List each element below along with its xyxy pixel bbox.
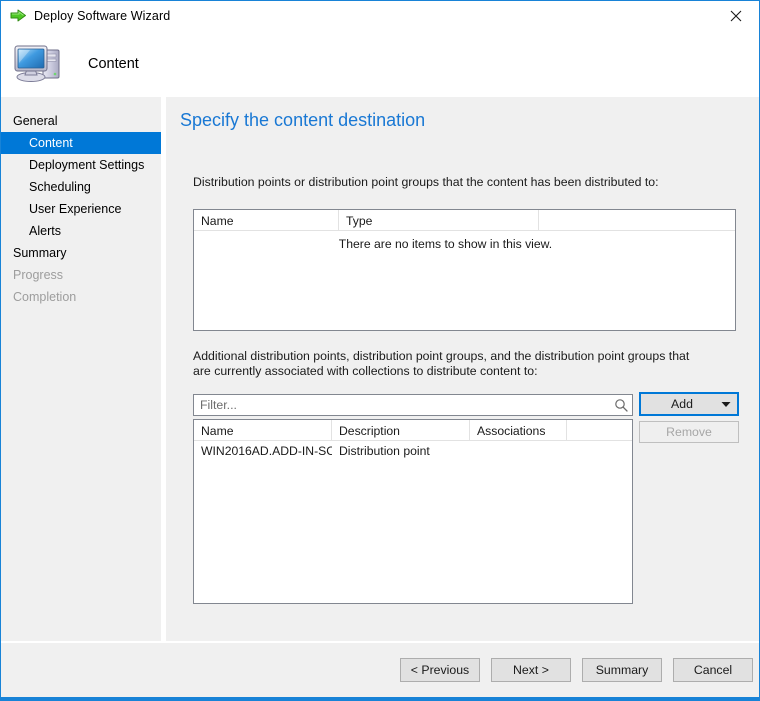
close-button[interactable] [713, 1, 759, 30]
green-arrow-icon [10, 8, 27, 23]
column-header-name[interactable]: Name [194, 420, 332, 441]
summary-button-label: Summary [595, 663, 649, 677]
title-bar: Deploy Software Wizard [1, 1, 759, 30]
close-icon [730, 10, 742, 21]
sidebar-item-general[interactable]: General [1, 110, 161, 132]
column-header-description[interactable]: Description [332, 420, 470, 441]
sidebar-item-label: Alerts [29, 224, 61, 238]
sidebar-item-label: Completion [13, 290, 77, 304]
remove-button: Remove [639, 421, 739, 443]
cell-name: WIN2016AD.ADD-IN-SC... [201, 443, 332, 458]
sidebar-item-label: User Experience [29, 202, 122, 216]
sidebar-item-label: Scheduling [29, 180, 91, 194]
wizard-footer: < Previous Next > Summary Cancel [1, 643, 759, 697]
additional-list-view[interactable]: Name Description Associations WIN2016AD.… [193, 419, 633, 604]
wizard-body: General Content Deployment Settings Sche… [1, 97, 759, 641]
column-header-blank [567, 420, 632, 441]
content-area: Specify the content destination Distribu… [166, 97, 759, 641]
previous-button[interactable]: < Previous [400, 658, 480, 682]
sidebar-item-label: Progress [13, 268, 64, 282]
sidebar-item-label: Summary [13, 246, 67, 260]
cell-description: Distribution point [339, 443, 430, 458]
bottom-accent-bar [1, 697, 759, 700]
add-button-label: Add [671, 397, 693, 411]
page-title: Content [88, 55, 139, 72]
wizard-page-header: Content [1, 30, 759, 97]
search-icon[interactable] [610, 396, 632, 414]
column-header-associations[interactable]: Associations [470, 420, 567, 441]
chevron-down-icon[interactable] [715, 401, 737, 408]
table-row[interactable]: WIN2016AD.ADD-IN-SC... Distribution poin… [194, 441, 632, 460]
next-button[interactable]: Next > [491, 658, 571, 682]
cancel-button-label: Cancel [693, 663, 733, 677]
sidebar-item-deployment-settings[interactable]: Deployment Settings [1, 154, 161, 176]
remove-button-label: Remove [666, 425, 712, 439]
sidebar-item-progress: Progress [1, 264, 161, 286]
wizard-step-sidebar: General Content Deployment Settings Sche… [1, 97, 161, 641]
distributed-list-label: Distribution points or distribution poin… [193, 175, 659, 189]
wizard-content-pane: Specify the content destination Distribu… [166, 97, 759, 641]
sidebar-item-label: Content [29, 136, 73, 150]
sidebar-item-label: General [13, 114, 58, 128]
sidebar-item-alerts[interactable]: Alerts [1, 220, 161, 242]
column-header-type[interactable]: Type [339, 210, 539, 231]
distributed-list-header: Name Type [194, 210, 735, 231]
summary-button[interactable]: Summary [582, 658, 662, 682]
sidebar-item-summary[interactable]: Summary [1, 242, 161, 264]
additional-list-header: Name Description Associations [194, 420, 632, 441]
window-title: Deploy Software Wizard [34, 8, 171, 23]
sidebar-item-scheduling[interactable]: Scheduling [1, 176, 161, 198]
additional-list-label: Additional distribution points, distribu… [193, 349, 690, 378]
filter-box[interactable] [193, 394, 633, 416]
column-header-name[interactable]: Name [194, 210, 339, 231]
empty-state-message: There are no items to show in this view. [338, 237, 553, 251]
previous-button-label: < Previous [410, 663, 470, 677]
deploy-software-wizard-window: Deploy Software Wizard Content General C… [0, 0, 760, 701]
distributed-list-view[interactable]: Name Type There are no items to show in … [193, 209, 736, 331]
filter-input[interactable] [194, 396, 610, 414]
sidebar-item-content[interactable]: Content [1, 132, 161, 154]
sidebar-item-completion: Completion [1, 286, 161, 308]
sidebar-item-user-experience[interactable]: User Experience [1, 198, 161, 220]
add-button[interactable]: Add [639, 392, 739, 416]
column-header-blank [539, 210, 735, 231]
computer-icon [13, 41, 65, 87]
sidebar-item-label: Deployment Settings [29, 158, 145, 172]
content-heading: Specify the content destination [180, 110, 426, 130]
next-button-label: Next > [513, 663, 549, 677]
cancel-button[interactable]: Cancel [673, 658, 753, 682]
